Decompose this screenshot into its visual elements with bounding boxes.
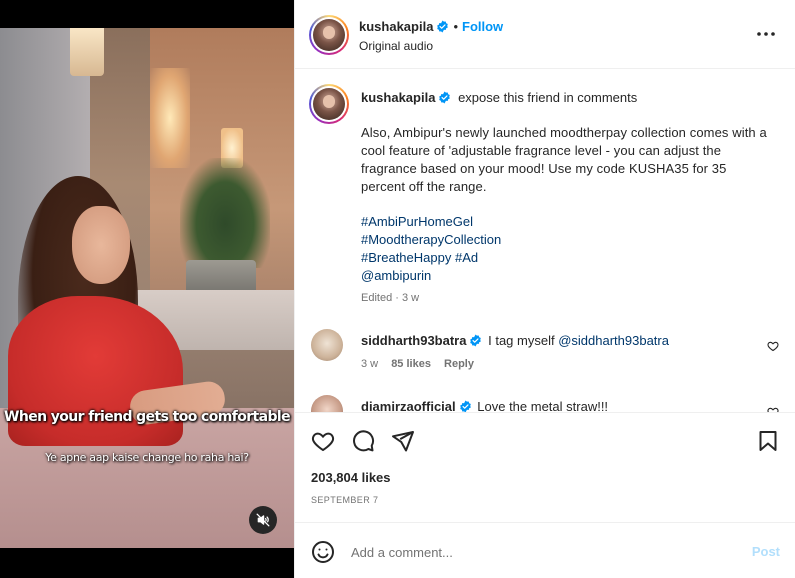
comment-likes-link[interactable]: 85 likes	[391, 358, 431, 370]
hashtag-link[interactable]: #MoodtherapyCollection	[361, 231, 501, 249]
save-bookmark-icon[interactable]	[756, 429, 780, 453]
emoji-picker-icon[interactable]	[311, 540, 335, 564]
caption-edited-timestamp: Edited · 3 w	[361, 292, 420, 304]
video-frame[interactable]	[0, 28, 294, 548]
comments-scroll-area[interactable]: kushakapila expose this friend in commen…	[295, 70, 795, 412]
add-comment-bar: Post	[295, 522, 795, 578]
author-avatar[interactable]	[309, 15, 349, 55]
caption-body: Also, Ambipur's newly launched moodtherp…	[361, 124, 771, 214]
caption-text: Also, Ambipur's newly launched moodtherp…	[361, 125, 767, 194]
caption-header: kushakapila expose this friend in commen…	[361, 90, 637, 105]
caption-author-username[interactable]: kushakapila	[361, 90, 435, 105]
hashtag-link[interactable]: #Ad	[455, 250, 478, 265]
comment-text: I tag myself	[488, 333, 555, 348]
comment-mention-link[interactable]: @siddharth93batra	[558, 333, 669, 348]
mention-link[interactable]: @ambipurin	[361, 267, 501, 285]
video-caption-subtitle: Ye apne aap kaise change ho raha hai?	[45, 451, 249, 464]
original-audio-link[interactable]: Original audio	[359, 39, 433, 53]
video-scene-person-face	[72, 206, 130, 284]
commenter-avatar[interactable]	[311, 329, 343, 361]
avatar-image	[313, 88, 345, 120]
add-comment-input[interactable]	[351, 540, 731, 564]
header-separator: •	[453, 19, 458, 34]
reel-video-panel[interactable]: When your friend gets too comfortable Ye…	[0, 0, 294, 578]
mute-toggle-button[interactable]	[249, 506, 277, 534]
verified-badge-icon	[439, 91, 451, 104]
speaker-muted-icon	[256, 513, 270, 527]
more-options-icon[interactable]	[756, 27, 776, 41]
comment-like-heart-icon[interactable]	[767, 340, 779, 352]
comment-body: siddharth93batra I tag myself @siddharth…	[361, 333, 669, 348]
follow-button[interactable]: Follow	[462, 19, 503, 34]
comment-bubble-icon[interactable]	[351, 429, 375, 453]
commenter-username[interactable]: diamirzaofficial	[361, 399, 456, 412]
commenter-avatar[interactable]	[311, 395, 343, 412]
author-username-link[interactable]: kushakapila	[359, 19, 433, 34]
hashtag-link[interactable]: #BreatheHappy	[361, 250, 451, 265]
video-caption-main: When your friend gets too comfortable	[4, 409, 291, 425]
post-date: SEPTEMBER 7	[311, 495, 379, 505]
hashtag-list: #AmbiPurHomeGel #MoodtherapyCollection #…	[361, 213, 501, 285]
commenter-username[interactable]: siddharth93batra	[361, 333, 466, 348]
comment-time: 3 w	[361, 358, 379, 370]
video-scene-plant	[180, 158, 270, 268]
likes-count[interactable]: 203,804 likes	[311, 470, 391, 485]
verified-badge-icon	[470, 334, 482, 347]
like-heart-icon[interactable]	[311, 429, 335, 453]
hashtag-link[interactable]: #AmbiPurHomeGel	[361, 213, 501, 231]
post-actions: 203,804 likes SEPTEMBER 7	[295, 412, 795, 522]
verified-badge-icon	[459, 400, 471, 412]
caption-author-avatar[interactable]	[309, 84, 349, 124]
verified-badge-icon	[437, 20, 449, 33]
instagram-post-viewer: When your friend gets too comfortable Ye…	[0, 0, 795, 578]
post-details-panel: kushakapila • Follow Original audio kushak…	[294, 0, 795, 578]
caption-headline: expose this friend in comments	[458, 90, 638, 105]
comment-body: diamirzaofficial Love the metal straw!!!	[361, 399, 608, 412]
post-comment-button[interactable]: Post	[752, 544, 780, 559]
video-scene-lamp	[70, 28, 104, 76]
comment-reply-button[interactable]: Reply	[444, 358, 474, 370]
video-scene-light	[150, 68, 190, 168]
share-send-icon[interactable]	[391, 429, 415, 453]
comment-text: Love the metal straw!!!	[477, 399, 609, 412]
post-header: kushakapila • Follow Original audio	[295, 0, 795, 69]
avatar-image	[313, 19, 345, 51]
comment-meta: 3 w 85 likes Reply	[361, 358, 474, 370]
